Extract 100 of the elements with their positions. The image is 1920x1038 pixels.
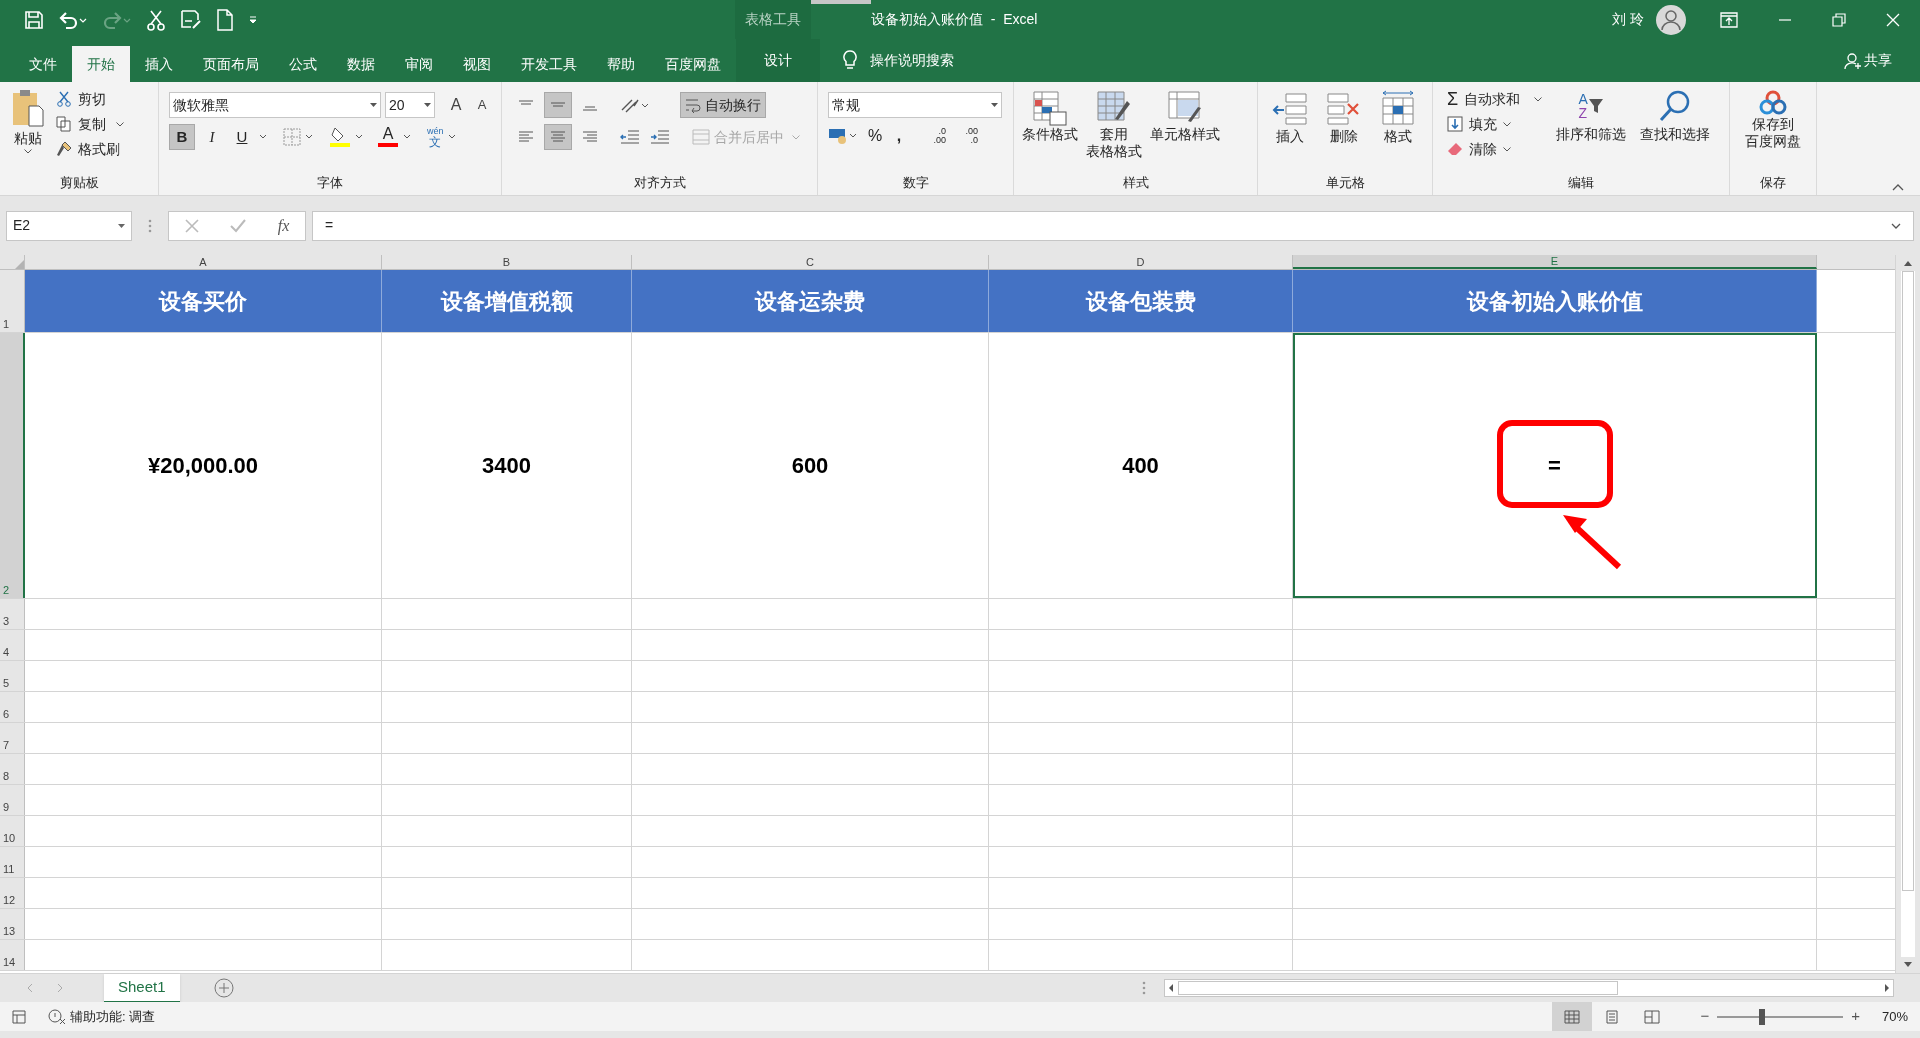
scroll-down-icon[interactable] — [1903, 961, 1913, 969]
caret-icon[interactable] — [1534, 96, 1543, 102]
lightbulb-icon[interactable] — [842, 50, 858, 70]
name-box[interactable]: E2 — [6, 210, 132, 241]
shrink-font-button[interactable]: A — [471, 95, 493, 115]
user-name[interactable]: 刘 玲 — [1612, 9, 1644, 30]
accessibility-status[interactable]: 辅助功能: 调查 — [70, 1006, 156, 1027]
ribbon-tab[interactable]: 插入 — [130, 46, 188, 82]
row-header[interactable]: 8 — [0, 754, 25, 784]
decrease-decimal-button[interactable]: .00 .0 — [954, 127, 978, 145]
restore-icon[interactable] — [1832, 12, 1846, 27]
ribbon-tab[interactable]: 帮助 — [592, 46, 650, 82]
font-size-field[interactable]: 20 — [385, 92, 435, 118]
dropdown-arrow-icon[interactable] — [118, 223, 125, 228]
column-header[interactable]: B — [382, 255, 632, 269]
share-button[interactable]: 共享 — [1864, 39, 1892, 82]
ribbon-tab[interactable]: 数据 — [332, 46, 390, 82]
row-header[interactable]: 2 — [0, 333, 25, 598]
caret-icon[interactable] — [1503, 146, 1511, 152]
conditional-format-button[interactable]: 条件格式 — [1022, 90, 1078, 173]
row-header[interactable]: 9 — [0, 785, 25, 815]
zoom-level[interactable]: 70% — [1874, 1006, 1908, 1027]
cut-button[interactable]: 剪切 — [56, 88, 124, 110]
find-select-button[interactable]: 查找和选择 — [1640, 88, 1711, 173]
fill-button[interactable]: 填充 — [1447, 113, 1543, 135]
tell-me-search[interactable]: 操作说明搜索 — [870, 39, 954, 82]
column-header[interactable]: C — [632, 255, 989, 269]
paste-button[interactable]: 粘贴 — [6, 88, 50, 173]
copy-button[interactable]: 复制 — [56, 113, 124, 135]
caret-icon[interactable] — [116, 121, 124, 127]
horizontal-scrollbar[interactable] — [1164, 979, 1894, 997]
row-header[interactable]: 3 — [0, 599, 25, 629]
caret-icon[interactable] — [355, 134, 363, 140]
delete-button[interactable]: 删除 — [1326, 90, 1362, 173]
scroll-left-icon[interactable] — [1168, 983, 1174, 993]
formula-input[interactable]: = — [312, 210, 1914, 241]
autosum-button[interactable]: Σ 自动求和 — [1447, 88, 1543, 110]
clear-button[interactable]: 清除 — [1447, 138, 1543, 160]
close-icon[interactable] — [1886, 12, 1900, 27]
row-header[interactable]: 5 — [0, 661, 25, 691]
row-header[interactable]: 4 — [0, 630, 25, 660]
save-as-icon[interactable] — [180, 8, 202, 31]
percent-button[interactable]: % — [866, 124, 884, 148]
ribbon-tab[interactable]: 开发工具 — [506, 46, 592, 82]
share-person-icon[interactable] — [1844, 52, 1862, 70]
dropdown-arrow-icon[interactable] — [991, 103, 998, 107]
ribbon-tab[interactable]: 文件 — [14, 46, 72, 82]
ribbon-tab[interactable]: 视图 — [448, 46, 506, 82]
row-header[interactable]: 10 — [0, 816, 25, 846]
dropdown-arrow-icon[interactable] — [370, 103, 377, 107]
row-header[interactable]: 6 — [0, 692, 25, 722]
sheet-tab[interactable]: Sheet1 — [104, 973, 180, 1003]
insert-button[interactable]: 插入 — [1272, 90, 1308, 173]
zoom-in-button[interactable]: + — [1851, 1005, 1860, 1028]
zoom-slider-thumb[interactable] — [1759, 1008, 1766, 1025]
save-to-baidu-button[interactable]: 保存到 百度网盘 — [1730, 82, 1816, 173]
decrease-indent-icon[interactable] — [620, 129, 640, 145]
ribbon-tab[interactable]: 公式 — [274, 46, 332, 82]
expand-icon[interactable] — [1891, 222, 1901, 229]
underline-button[interactable]: U — [229, 124, 255, 150]
add-sheet-icon[interactable] — [213, 978, 234, 998]
bold-button[interactable]: B — [169, 124, 195, 150]
currency-icon[interactable] — [828, 127, 858, 145]
row-header[interactable]: 13 — [0, 909, 25, 939]
checkmark-icon[interactable] — [230, 218, 247, 233]
zoom-out-button[interactable]: − — [1700, 1005, 1710, 1028]
ribbon-tab[interactable]: 页面布局 — [188, 46, 274, 82]
sort-filter-button[interactable]: A Z 排序和筛选 — [1556, 88, 1627, 173]
normal-view-button[interactable] — [1552, 1002, 1593, 1031]
caret-icon[interactable] — [1503, 121, 1511, 127]
row-header[interactable]: 7 — [0, 723, 25, 753]
format-painter-button[interactable]: 格式刷 — [56, 138, 124, 160]
macro-icon[interactable] — [12, 1009, 26, 1024]
dropdown-arrow-icon[interactable] — [424, 103, 431, 107]
save-icon[interactable] — [24, 9, 44, 30]
caret-icon[interactable] — [24, 149, 32, 154]
font-color-button[interactable]: A — [377, 125, 399, 149]
format-button[interactable]: 格式 — [1380, 90, 1416, 173]
cell-styles-button[interactable]: 单元格样式 — [1150, 90, 1220, 173]
row-header[interactable]: 1 — [0, 270, 25, 332]
ribbon-display-icon[interactable] — [1720, 11, 1738, 28]
column-header[interactable]: E — [1293, 255, 1817, 269]
undo-icon[interactable] — [58, 9, 88, 30]
number-format-field[interactable]: 常规 — [828, 92, 1002, 118]
increase-decimal-button[interactable]: .0 .00 — [922, 127, 946, 145]
caret-icon[interactable] — [259, 134, 267, 140]
comma-button[interactable]: , — [892, 124, 906, 148]
scrollbar-thumb[interactable] — [1178, 981, 1618, 995]
scissors-icon[interactable] — [146, 8, 166, 31]
scroll-up-icon[interactable] — [1903, 259, 1913, 267]
scroll-right-icon[interactable] — [1884, 983, 1890, 993]
caret-icon[interactable] — [305, 134, 313, 140]
italic-button[interactable]: I — [199, 124, 225, 150]
caret-icon[interactable] — [447, 134, 456, 140]
grow-font-button[interactable]: A — [445, 93, 467, 117]
new-document-icon[interactable] — [216, 8, 234, 31]
avatar-icon[interactable] — [1656, 4, 1686, 35]
font-name-field[interactable]: 微软雅黑 — [169, 92, 381, 118]
insert-function-button[interactable]: fx — [277, 213, 290, 238]
wrap-text-button[interactable]: 自动换行 — [680, 92, 766, 118]
